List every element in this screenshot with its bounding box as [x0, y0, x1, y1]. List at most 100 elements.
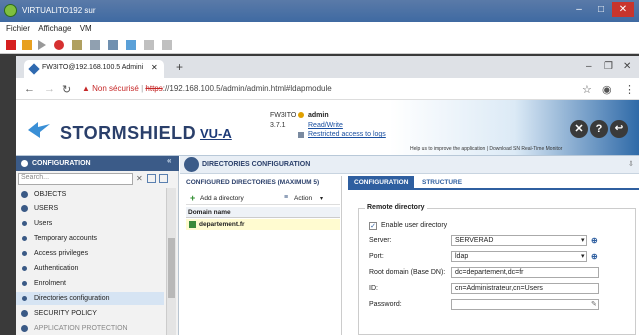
pause-icon[interactable]	[22, 40, 32, 50]
port-select[interactable]: ldap	[451, 251, 587, 262]
nav-directories-configuration[interactable]: Directories configuration	[16, 292, 164, 305]
logs-lock-icon	[298, 132, 304, 138]
url-path: ://192.168.100.5/admin/admin.html#ldapmo…	[162, 84, 332, 93]
module-title: DIRECTORIES CONFIGURATION	[202, 161, 311, 168]
appliance-model[interactable]: VU-A	[200, 126, 232, 141]
nav-application-protection[interactable]: APPLICATION PROTECTION	[16, 322, 164, 335]
vm-window-title: VIRTUALITO192 sur	[22, 6, 96, 15]
port-add-object-icon[interactable]: ⊕	[591, 252, 598, 261]
root-domain-field[interactable]: dc=departement,dc=fr	[451, 267, 599, 278]
settings-icon[interactable]	[144, 40, 154, 50]
table-row[interactable]: departement.fr	[186, 219, 340, 230]
read-write-link[interactable]: Read/Write	[308, 122, 343, 129]
menu-affichage[interactable]: Affichage	[38, 24, 71, 33]
port-chevron-down-icon[interactable]: ▾	[581, 252, 585, 260]
directory-list-panel: CONFIGURED DIRECTORIES (MAXIMUM 5) + Add…	[184, 176, 342, 335]
tab-structure[interactable]: STRUCTURE	[416, 176, 468, 190]
forward-icon[interactable]: →	[44, 83, 55, 95]
browser-tab[interactable]: FW3ITO@192.168.100.5 Admini ✕	[24, 60, 164, 78]
stormshield-favicon-icon	[28, 63, 40, 75]
password-field[interactable]	[451, 299, 599, 310]
list-toolbar: + Add a directory ≡ Action ▾	[186, 192, 340, 205]
domain-column-header[interactable]: Domain name	[186, 207, 340, 218]
user-icon	[298, 112, 304, 118]
warning-icon: ▲	[82, 84, 90, 93]
tab-configuration[interactable]: CONFIGURATION	[348, 176, 415, 190]
restricted-logs-link[interactable]: Restricted access to logs	[308, 131, 386, 138]
url-scheme: https	[145, 84, 163, 93]
reload-icon[interactable]: ↻	[62, 83, 71, 96]
nav-access-privileges[interactable]: Access privileges	[16, 247, 164, 260]
vmware-logo-icon	[4, 4, 17, 17]
domain-icon	[189, 221, 196, 228]
remote-directory-legend: Remote directory	[365, 204, 427, 211]
server-add-object-icon[interactable]: ⊕	[591, 236, 598, 245]
bullet-icon	[22, 281, 27, 286]
action-menu-icon[interactable]: ≡	[284, 194, 288, 201]
browser-restore-icon[interactable]: ❐	[604, 61, 613, 72]
back-icon[interactable]: ←	[24, 83, 35, 95]
nav-scrollbar[interactable]	[166, 188, 176, 335]
enable-directory-label: Enable user directory	[381, 222, 448, 229]
remote-directory-group: Remote directory ✓ Enable user directory…	[358, 204, 636, 335]
snapshot-icon[interactable]	[72, 40, 82, 50]
id-field[interactable]: cn=Administrateur,cn=Users	[451, 283, 599, 294]
add-directory-button[interactable]: Add a directory	[200, 195, 244, 202]
nav-objects[interactable]: OBJECTS	[16, 188, 164, 201]
action-chevron-down-icon[interactable]: ▾	[320, 195, 323, 202]
enable-directory-checkbox[interactable]: ✓	[369, 222, 377, 230]
nav-temporary-accounts[interactable]: Temporary accounts	[16, 232, 164, 245]
add-icon[interactable]: +	[190, 193, 195, 203]
close-icon[interactable]: ✕	[612, 2, 634, 17]
nav-authentication[interactable]: Authentication	[16, 262, 164, 275]
action-button[interactable]: Action	[294, 195, 312, 202]
browser-close-icon[interactable]: ✕	[623, 61, 631, 72]
play-icon[interactable]	[38, 40, 46, 50]
expand-all-icon[interactable]	[147, 174, 156, 183]
id-label: ID:	[369, 285, 378, 292]
revert-snapshot-icon[interactable]	[90, 40, 100, 50]
reset-icon[interactable]	[54, 40, 64, 50]
account-icon[interactable]: ◉	[602, 83, 612, 96]
url-field[interactable]: ▲ Non sécurisé | https://192.168.100.5/a…	[82, 81, 562, 97]
send-keys-icon[interactable]	[126, 40, 136, 50]
nav-security-policy[interactable]: SECURITY POLICY	[16, 307, 164, 320]
bookmark-star-icon[interactable]: ☆	[582, 83, 592, 96]
server-chevron-down-icon[interactable]: ▾	[581, 236, 585, 244]
server-select[interactable]: SERVERAD	[451, 235, 587, 246]
bullet-icon	[22, 221, 27, 226]
password-edit-icon[interactable]: ✎	[591, 300, 597, 308]
stop-icon[interactable]	[6, 40, 16, 50]
configuration-label: CONFIGURATION	[32, 160, 91, 167]
scrollbar-thumb[interactable]	[168, 238, 175, 298]
maximize-icon[interactable]: □	[590, 2, 612, 17]
browser-menu-icon[interactable]: ⋮	[624, 83, 635, 96]
browser-minimize-icon[interactable]: –	[586, 61, 592, 72]
configuration-icon	[21, 160, 28, 167]
help-icon[interactable]: ?	[590, 120, 608, 138]
minimize-icon[interactable]: –	[568, 2, 590, 17]
vm-menu-bar: Fichier Affichage VM	[0, 22, 639, 36]
fullscreen-icon[interactable]	[162, 40, 172, 50]
nav-enrolment[interactable]: Enrolment	[16, 277, 164, 290]
root-domain-label: Root domain (Base DN):	[369, 269, 446, 276]
password-label: Password:	[369, 301, 402, 308]
nav-users[interactable]: USERS	[16, 202, 164, 215]
logout-icon[interactable]: ✕	[570, 120, 588, 138]
clear-search-icon[interactable]: ✕	[136, 174, 143, 183]
configuration-header[interactable]: CONFIGURATION «	[16, 156, 179, 171]
help-links[interactable]: Help us to improve the application | Dow…	[410, 146, 562, 152]
nav-users-users[interactable]: Users	[16, 217, 164, 230]
collapse-all-icon[interactable]	[159, 174, 168, 183]
brand-name: STORMSHIELD	[60, 123, 197, 143]
collapse-icon[interactable]: «	[167, 156, 171, 165]
new-tab-button[interactable]: +	[176, 60, 183, 74]
exit-icon[interactable]: ↩	[610, 120, 628, 138]
search-input[interactable]: Search...	[18, 173, 133, 185]
module-header: DIRECTORIES CONFIGURATION ⇩	[180, 156, 639, 174]
tab-close-icon[interactable]: ✕	[151, 63, 158, 72]
pin-icon[interactable]: ⇩	[628, 160, 634, 168]
manage-snapshots-icon[interactable]	[108, 40, 118, 50]
menu-fichier[interactable]: Fichier	[6, 24, 30, 33]
menu-vm[interactable]: VM	[80, 24, 92, 33]
